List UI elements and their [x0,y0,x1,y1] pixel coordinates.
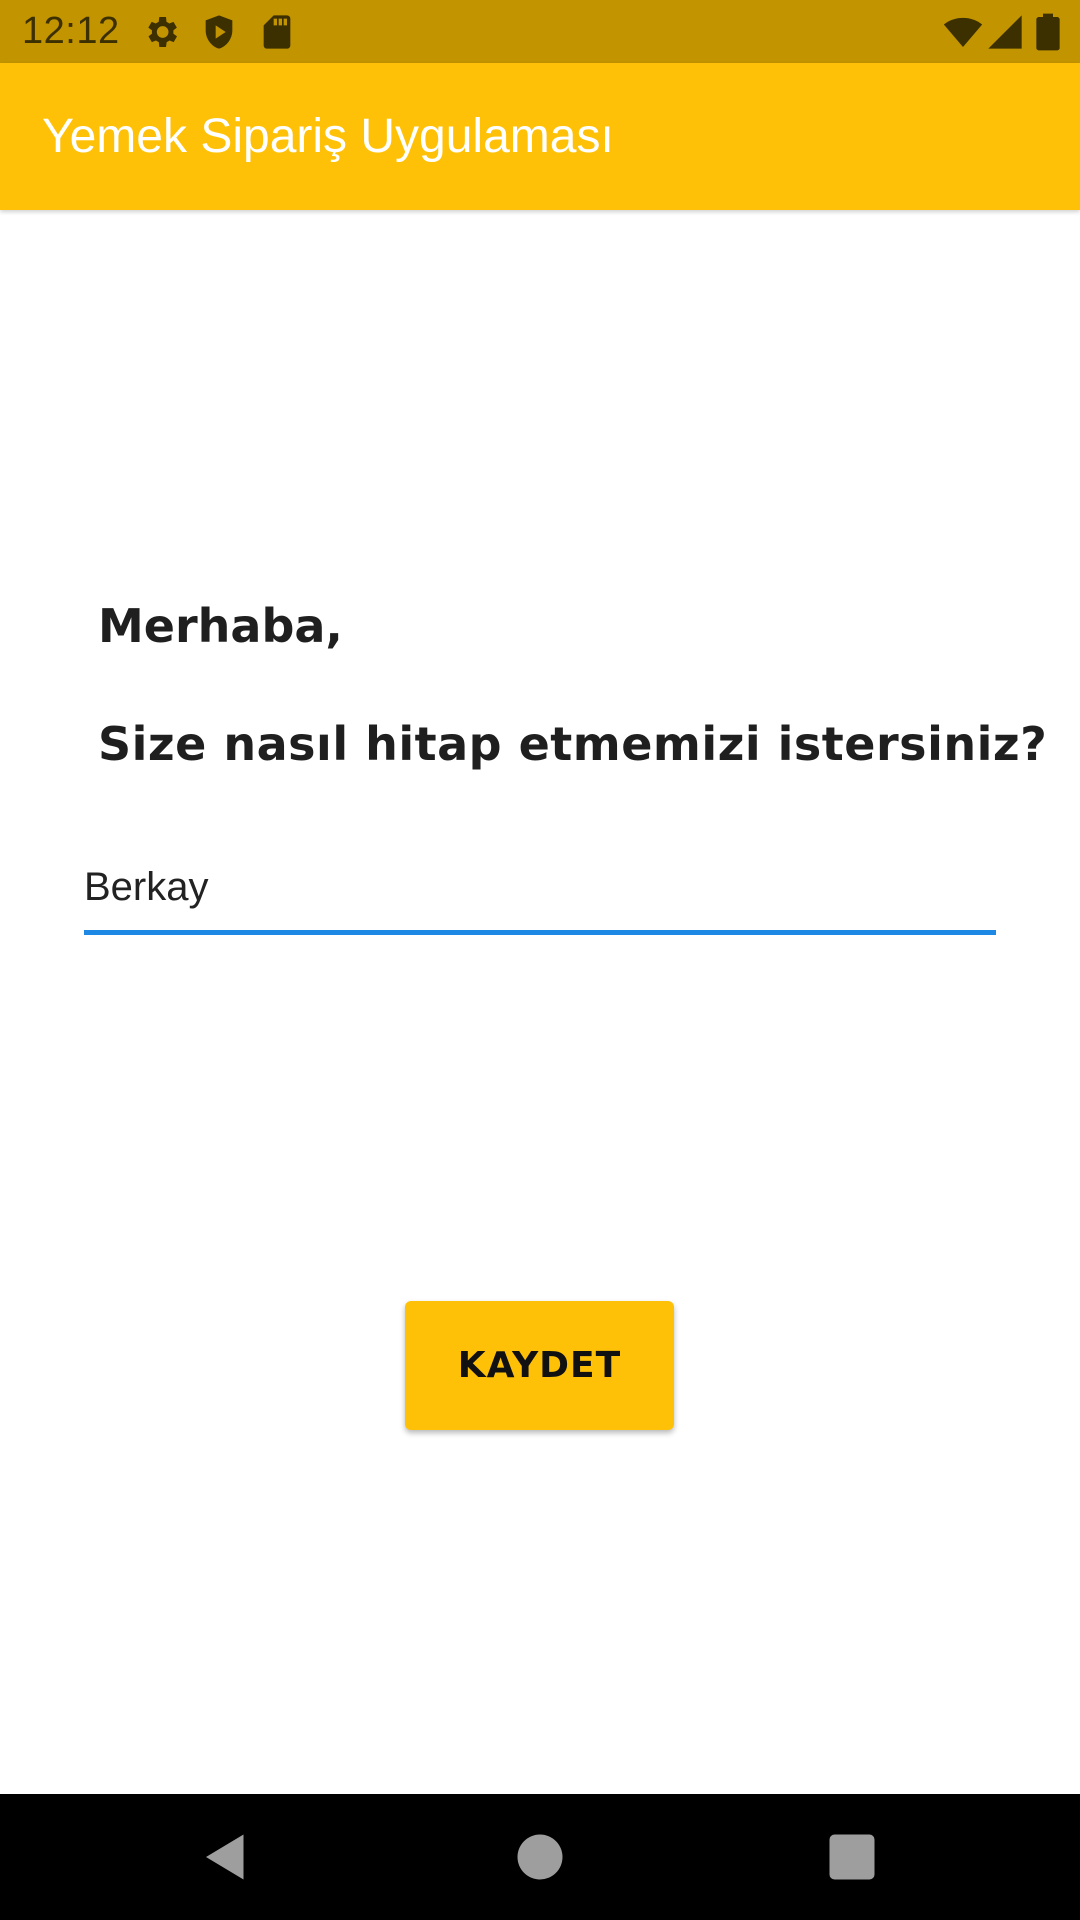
status-time: 12:12 [22,10,120,52]
name-input[interactable] [84,845,996,935]
question-text: Size nasıl hitap etmemizi istersiniz? [98,717,1048,771]
home-icon[interactable] [510,1827,570,1887]
recents-icon[interactable] [822,1827,882,1887]
sd-card-icon [257,12,297,52]
greeting-text: Merhaba, [98,599,343,653]
gear-icon [141,12,181,52]
save-button[interactable]: KAYDET [405,1301,674,1430]
shield-play-icon [199,12,239,52]
app-bar: Yemek Sipariş Uygulaması [0,63,1080,210]
signal-icon [985,12,1025,52]
back-icon[interactable] [196,1827,256,1887]
app-title: Yemek Sipariş Uygulaması [42,110,614,163]
status-bar: 12:12 [0,0,1080,63]
wifi-icon [943,12,983,52]
battery-icon [1030,12,1066,52]
navigation-bar [0,1794,1080,1920]
